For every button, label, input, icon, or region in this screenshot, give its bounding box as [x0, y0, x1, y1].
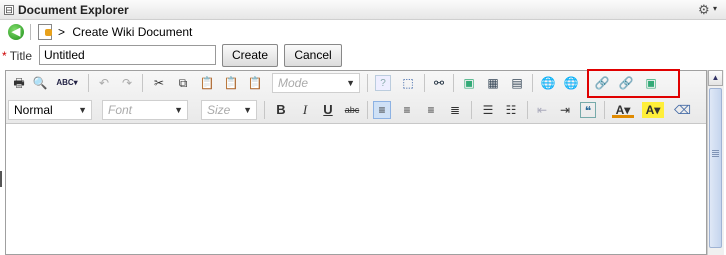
bold-button[interactable]: B	[273, 102, 289, 118]
highlight-box	[587, 69, 680, 98]
title-label-text: Title	[9, 49, 33, 63]
panel-title: Document Explorer	[18, 3, 129, 17]
toolbar-separator	[424, 74, 425, 92]
fullscreen-icon[interactable]: ⬚	[400, 75, 416, 91]
text-color-icon[interactable]: A▾	[612, 102, 634, 118]
toolbar-separator	[367, 101, 368, 119]
copy-icon[interactable]: ⧉	[175, 75, 191, 91]
size-select[interactable]: Size ▼	[201, 100, 257, 120]
print-icon[interactable]: 🖶	[11, 75, 27, 91]
paste-icon[interactable]: 📋	[199, 75, 215, 91]
web-link-icon[interactable]: 🌐	[540, 75, 556, 91]
collapse-icon[interactable]: ⊟	[4, 5, 14, 15]
format-select-value: Normal	[14, 103, 53, 117]
resize-handle[interactable]	[0, 171, 2, 187]
required-mark: *	[2, 49, 7, 63]
title-label: * Title	[2, 49, 32, 63]
mode-select-value: Mode	[278, 76, 309, 90]
create-button[interactable]: Create	[222, 44, 278, 67]
unlink-web-icon[interactable]: 🌐	[563, 75, 579, 91]
toolbar-separator	[453, 74, 454, 92]
mode-select[interactable]: Mode ▼	[272, 73, 360, 93]
find-icon[interactable]: ⚯	[431, 75, 447, 91]
toolbar-separator	[264, 101, 265, 119]
redo-icon[interactable]: ↷	[119, 75, 135, 91]
breadcrumb: > Create Wiki Document	[58, 25, 192, 39]
horizontal-rule-icon[interactable]: ▤	[509, 75, 525, 91]
title-input[interactable]	[39, 45, 216, 65]
toolbar-separator	[604, 101, 605, 119]
blockquote-icon[interactable]: ❝	[580, 102, 596, 118]
image-icon[interactable]: ▣	[461, 75, 477, 91]
divider	[30, 24, 31, 40]
gear-icon[interactable]: ⚙	[698, 2, 710, 18]
format-select[interactable]: Normal ▼	[8, 100, 92, 120]
toolbar-separator	[88, 74, 89, 92]
chevron-down-icon[interactable]: ▾	[713, 4, 717, 13]
toolbar-separator	[367, 74, 368, 92]
preview-icon[interactable]: 🔍	[32, 75, 48, 91]
cancel-button[interactable]: Cancel	[284, 44, 342, 67]
document-icon	[38, 24, 52, 40]
bullet-list-icon[interactable]: ☷	[503, 102, 519, 118]
chevron-down-icon: ▼	[243, 105, 252, 115]
font-select-value: Font	[108, 103, 133, 117]
underline-button[interactable]: U	[320, 102, 336, 118]
italic-button[interactable]: I	[297, 102, 313, 118]
numbered-list-icon[interactable]: ☰	[480, 102, 496, 118]
remove-format-icon[interactable]: ⌫	[674, 102, 691, 118]
justify-icon[interactable]: ≣	[447, 102, 463, 118]
spellcheck-label: ABC	[56, 78, 74, 87]
size-select-value: Size	[207, 103, 231, 117]
align-left-icon[interactable]: ≡	[373, 101, 391, 119]
outdent-icon[interactable]: ⇤	[534, 102, 550, 118]
chevron-down-icon: ▼	[174, 105, 183, 115]
breadcrumb-separator: >	[58, 25, 66, 39]
paste-word-icon[interactable]: 📋	[247, 75, 263, 91]
scroll-up-arrow-icon[interactable]: ▲	[708, 70, 723, 86]
chevron-down-icon: ▼	[346, 78, 355, 88]
scroll-thumb[interactable]	[709, 88, 722, 248]
strikethrough-button[interactable]: abc	[343, 102, 361, 118]
background-color-icon[interactable]: A▾	[642, 102, 664, 118]
align-right-icon[interactable]: ≡	[423, 102, 439, 118]
paste-text-icon[interactable]: 📋	[223, 75, 239, 91]
undo-icon[interactable]: ↶	[96, 75, 112, 91]
font-select[interactable]: Font ▼	[102, 100, 188, 120]
spellcheck-icon[interactable]: ABC▾	[55, 75, 79, 91]
scroll-grip	[712, 150, 719, 151]
chevron-down-icon: ▼	[78, 105, 87, 115]
align-center-icon[interactable]: ≡	[399, 102, 415, 118]
cut-icon[interactable]: ✂	[151, 75, 167, 91]
indent-icon[interactable]: ⇥	[557, 102, 573, 118]
table-icon[interactable]: ▦	[485, 75, 501, 91]
toolbar-separator	[532, 74, 533, 92]
toolbar-separator	[471, 101, 472, 119]
back-icon[interactable]: ◀	[8, 24, 24, 40]
help-icon[interactable]: ?	[375, 75, 391, 91]
breadcrumb-current: Create Wiki Document	[72, 25, 193, 39]
toolbar-separator	[142, 74, 143, 92]
toolbar-separator	[527, 101, 528, 119]
